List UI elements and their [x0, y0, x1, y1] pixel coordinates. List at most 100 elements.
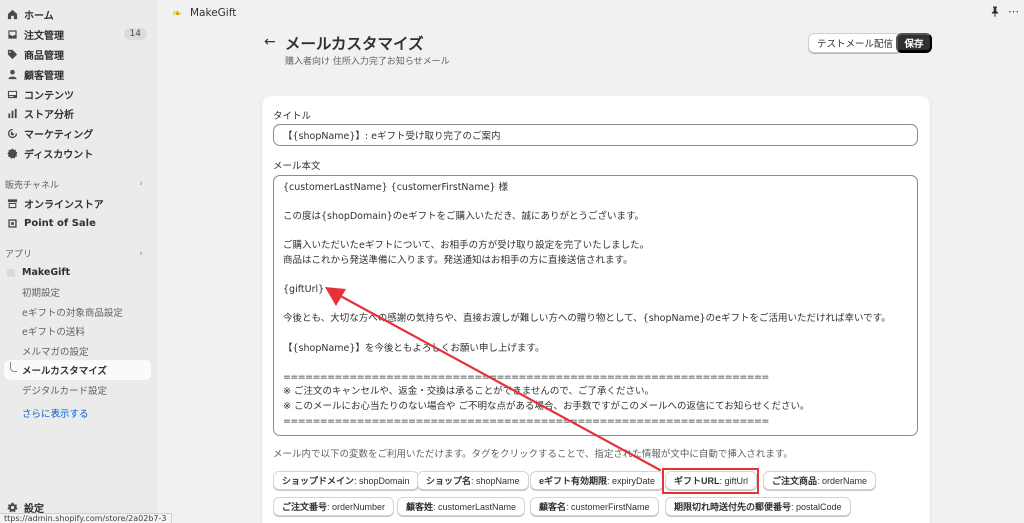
nav-item-home[interactable]: ホーム — [0, 5, 157, 25]
tag-var: customerLastName — [438, 501, 517, 512]
page-subtitle: 購入者向け 住所入力完了お知らせメール — [285, 57, 450, 67]
tag-name: ご注文商品 — [772, 476, 818, 486]
status-bar-url: ttps://admin.shopify.com/store/2a02b7-3 — [0, 513, 172, 523]
chevron-right-icon: › — [139, 248, 143, 259]
sidebar-item-newsletter[interactable]: メルマガの設定 — [0, 341, 157, 361]
tag-name: ご注文番号 — [282, 502, 328, 512]
nav-item-products[interactable]: 商品管理 — [0, 45, 157, 65]
tag-var: shopName — [476, 475, 520, 486]
show-more-link[interactable]: さらに表示する — [0, 403, 157, 423]
tag-expiry-date[interactable]: eギフト有効期限: expiryDate — [530, 471, 665, 490]
nav-item-label: オンラインストア — [24, 199, 104, 211]
sales-channels-label: 販売チャネル — [5, 180, 59, 191]
nav-item-content[interactable]: コンテンツ — [0, 84, 157, 104]
tag-name: ショップ名 — [426, 476, 472, 486]
sidebar-item-initial-settings[interactable]: 初期設定 — [0, 282, 157, 302]
sidebar-item-label: メルマガの設定 — [22, 346, 89, 358]
body-textarea[interactable]: {customerLastName} {customerFirstName} 様… — [273, 175, 918, 436]
inbox-icon — [6, 29, 18, 41]
tag-shop-domain[interactable]: ショップドメイン: shopDomain — [273, 471, 419, 490]
more-options-icon[interactable]: ⋯ — [1008, 5, 1019, 18]
tag-var: expiryDate — [612, 475, 656, 486]
app-name: MakeGift — [22, 267, 71, 279]
sidebar-item-label: eギフトの対象商品設定 — [22, 307, 123, 319]
tag-var: orderName — [822, 475, 868, 486]
body-line: 今後とも、大切な方への感謝の気持ちや、直接お渡しが難しい方への贈り物として、{s… — [283, 313, 891, 325]
pos-icon — [6, 217, 18, 229]
tag-name: 期限切れ時送付先の郵便番号 — [674, 502, 792, 512]
nav-item-label: ディスカウント — [24, 149, 94, 161]
tag-order-name[interactable]: ご注文商品: orderName — [763, 471, 877, 490]
apps-header[interactable]: アプリ › — [0, 245, 157, 263]
nav-item-label: ストア分析 — [24, 110, 74, 122]
nav-item-label: マーケティング — [24, 130, 94, 142]
sidebar-item-label: eギフトの送料 — [22, 327, 85, 339]
body-line: ご購入いただいたeギフトについて、お相手の方が受け取り設定を完了いたしました。 — [283, 240, 650, 252]
nav-item-orders[interactable]: 注文管理 14 — [0, 25, 157, 45]
sales-channels-header[interactable]: 販売チャネル › — [0, 175, 157, 193]
page-header: ← メールカスタマイズ 購入者向け 住所入力完了お知らせメール テストメール配信… — [262, 30, 932, 70]
body-line — [283, 327, 908, 342]
content-icon — [6, 88, 18, 100]
tag-order-number[interactable]: ご注文番号: orderNumber — [273, 497, 395, 516]
send-test-mail-button[interactable]: テストメール配信 — [808, 33, 903, 53]
tag-var: orderNumber — [332, 501, 386, 512]
nav-item-label: ホーム — [24, 11, 54, 23]
target-icon — [6, 128, 18, 140]
store-icon — [6, 197, 18, 209]
body-line: ※ ご注文のキャンセルや、返金・交換は承ることができませんので、ご了承ください。 — [283, 386, 655, 398]
sidebar-item-digital-card[interactable]: デジタルカード設定 — [0, 380, 157, 400]
body-line: この度は{shopDomain}のeギフトをご購入いただき、誠にありがとうござい… — [283, 211, 644, 223]
nav-item-online-store[interactable]: オンラインストア — [0, 193, 157, 213]
chevron-right-icon: › — [139, 179, 143, 190]
sidebar-item-label: デジタルカード設定 — [22, 385, 108, 397]
body-line: ※ このメールにお心当たりのない場合や ご不明な点がある場合、お手数ですがこのメ… — [283, 400, 810, 412]
nav-item-discounts[interactable]: ディスカウント — [0, 144, 157, 164]
body-line — [283, 269, 908, 284]
nav-item-label: 顧客管理 — [24, 70, 64, 82]
nav-item-label: 商品管理 — [24, 50, 64, 62]
nav-item-customers[interactable]: 顧客管理 — [0, 64, 157, 84]
chart-bar-icon — [6, 108, 18, 120]
body-line — [283, 298, 908, 313]
discount-icon — [6, 147, 18, 159]
nav-item-label: 注文管理 — [24, 31, 64, 43]
tag-shop-name[interactable]: ショップ名: shopName — [417, 471, 529, 490]
title-label: タイトル — [273, 111, 312, 122]
sidebar-item-label: メールカスタマイズ — [22, 366, 107, 378]
body-label: メール本文 — [273, 161, 321, 172]
body-line: 商品はこれから発送準備に入ります。発送通知はお相手の方に直接送信されます。 — [283, 254, 633, 266]
nav-item-label: Point of Sale — [24, 217, 96, 229]
tag-name: eギフト有効期限 — [539, 476, 608, 486]
body-line — [283, 196, 908, 211]
tag-var: customerFirstName — [571, 501, 650, 512]
title-input[interactable]: 【{shopName}】: eギフト受け取り完了のご案内 — [273, 124, 918, 146]
nav-item-point-of-sale[interactable]: Point of Sale — [0, 213, 157, 233]
nav-item-marketing[interactable]: マーケティング — [0, 124, 157, 144]
back-arrow-icon[interactable]: ← — [264, 34, 276, 50]
sidebar-item-label: 初期設定 — [22, 288, 61, 300]
tag-customer-last-name[interactable]: 顧客姓: customerLastName — [397, 497, 526, 516]
tag-var: shopDomain — [359, 475, 410, 486]
app-topbar: ❧ MakeGift ⋯ — [157, 0, 1024, 26]
body-line: 【{shopName}】を今後ともよろしくお願い申し上げます。 — [283, 342, 545, 354]
tag-customer-first-name[interactable]: 顧客名: customerFirstName — [530, 497, 659, 516]
sidebar-item-mail-customize[interactable]: メールカスタマイズ — [4, 360, 151, 380]
body-line — [283, 225, 908, 240]
nav-item-label: コンテンツ — [24, 90, 74, 102]
save-button[interactable]: 保存 — [896, 33, 932, 53]
person-icon — [6, 68, 18, 80]
variables-help-text: メール内で以下の変数をご利用いただけます。タグをクリックすることで、指定された情… — [273, 449, 793, 460]
page-title: メールカスタマイズ — [285, 35, 424, 53]
app-makegift[interactable]: MakeGift — [0, 263, 157, 283]
body-line: ========================================… — [283, 415, 769, 427]
nav-item-analytics[interactable]: ストア分析 — [0, 104, 157, 124]
sidebar-item-shipping[interactable]: eギフトの送料 — [0, 321, 157, 341]
sidebar-item-target-products[interactable]: eギフトの対象商品設定 — [0, 302, 157, 322]
pin-icon[interactable] — [990, 6, 1000, 20]
sidebar: ホーム 注文管理 14 商品管理 顧客管理 コンテンツ ストア分析 マーケティン… — [0, 0, 172, 523]
tag-postal-code[interactable]: 期限切れ時送付先の郵便番号: postalCode — [665, 497, 851, 516]
body-line: ========================================… — [283, 371, 769, 383]
tag-icon — [6, 48, 18, 60]
body-line — [283, 356, 908, 371]
